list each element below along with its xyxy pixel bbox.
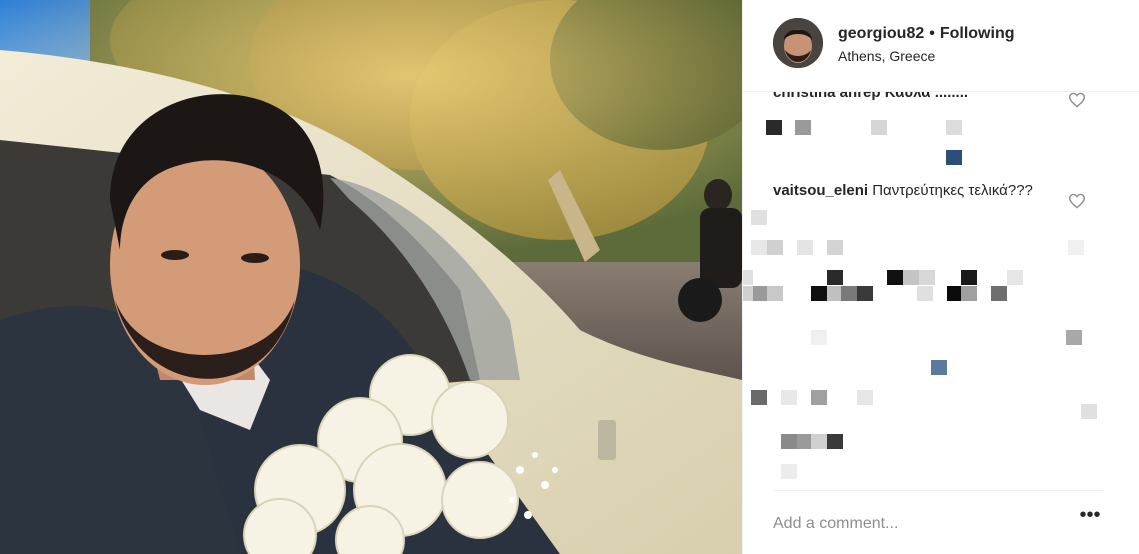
censored-block [743, 286, 753, 301]
censored-block [781, 464, 797, 479]
heart-icon[interactable] [1068, 193, 1086, 209]
comment-item: vaitsou_eleni Παντρεύτηκες τελικά??? [773, 182, 1033, 200]
censored-block [751, 240, 767, 255]
censored-block [811, 286, 827, 301]
clipped-comment: christina ahrep Καυλά ........ [773, 92, 968, 101]
post-header: georgiou82 • Following Athens, Greece [743, 0, 1139, 92]
comments-list[interactable]: christina ahrep Καυλά ........ vaitsou_e… [743, 92, 1139, 490]
censored-block [991, 286, 1007, 301]
censored-block [781, 434, 797, 449]
username-link[interactable]: georgiou82 [838, 25, 924, 42]
censored-block [961, 270, 977, 285]
censored-block [857, 286, 873, 301]
comment-text: Παντρεύτηκες τελικά??? [872, 182, 1033, 199]
censored-block [917, 286, 933, 301]
censored-block [841, 286, 857, 301]
comment-username[interactable]: vaitsou_eleni [773, 182, 868, 199]
censored-block [743, 270, 753, 285]
censored-block [931, 360, 947, 375]
censored-block [781, 390, 797, 405]
post-container: georgiou82 • Following Athens, Greece chri… [0, 0, 1139, 554]
censored-block [795, 120, 811, 135]
post-sidebar: georgiou82 • Following Athens, Greece chri… [742, 0, 1139, 554]
heart-icon[interactable] [1068, 92, 1086, 108]
censored-block [946, 120, 962, 135]
clipped-comment-text: christina ahrep Καυλά ........ [773, 92, 969, 101]
censored-block [827, 240, 843, 255]
post-photo[interactable] [0, 0, 742, 554]
user-line: georgiou82 • Following [838, 25, 1015, 43]
separator-dot: • [929, 25, 935, 42]
censored-block [871, 120, 887, 135]
censored-block [919, 270, 935, 285]
censored-block [827, 270, 843, 285]
censored-block [903, 270, 919, 285]
censored-block [751, 210, 767, 225]
avatar[interactable] [773, 18, 823, 68]
censored-block [1081, 404, 1097, 419]
censored-block [766, 120, 782, 135]
censored-block [961, 286, 977, 301]
censored-block [827, 434, 843, 449]
following-button[interactable]: Following [940, 25, 1015, 42]
add-comment-input[interactable] [773, 513, 1053, 535]
censored-block [1066, 330, 1082, 345]
comment-composer [773, 490, 1103, 554]
censored-block [767, 286, 783, 301]
ellipsis-icon[interactable]: ••• [1078, 505, 1102, 534]
censored-block [811, 390, 827, 405]
censored-block [811, 330, 827, 345]
censored-block [767, 240, 783, 255]
censored-block [811, 434, 827, 449]
censored-block [751, 390, 767, 405]
censored-block [1068, 240, 1084, 255]
censored-block [946, 150, 962, 165]
censored-block [797, 240, 813, 255]
photo-illustration [0, 0, 742, 554]
avatar-image [773, 18, 823, 68]
location-link[interactable]: Athens, Greece [838, 48, 935, 64]
censored-block [857, 390, 873, 405]
censored-block [887, 270, 903, 285]
censored-block [1007, 270, 1023, 285]
